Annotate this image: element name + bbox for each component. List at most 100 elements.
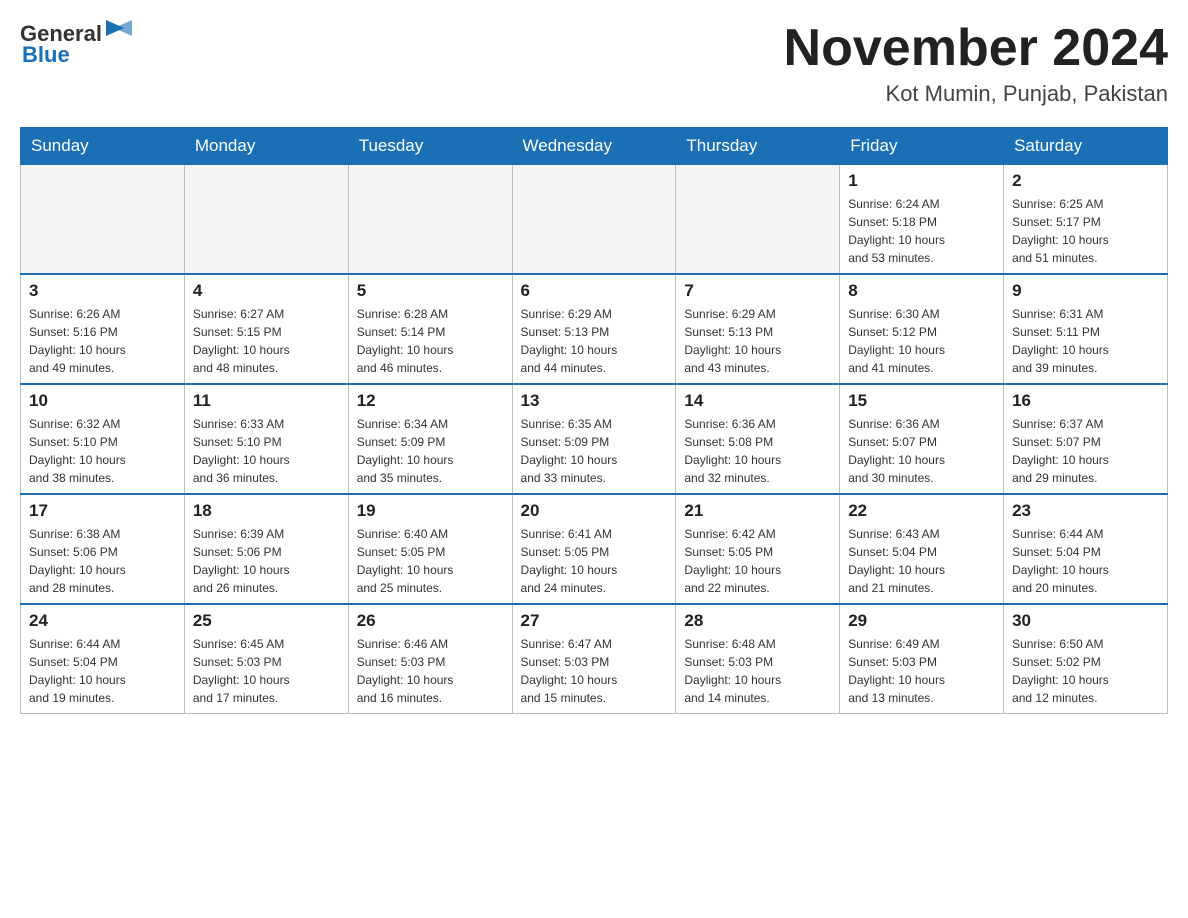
day-info: Sunrise: 6:33 AM Sunset: 5:10 PM Dayligh…: [193, 415, 340, 487]
calendar-title: November 2024: [784, 20, 1168, 77]
day-info: Sunrise: 6:36 AM Sunset: 5:07 PM Dayligh…: [848, 415, 995, 487]
calendar-cell: [676, 165, 840, 275]
day-number: 23: [1012, 501, 1159, 521]
calendar-cell: 22Sunrise: 6:43 AM Sunset: 5:04 PM Dayli…: [840, 494, 1004, 604]
day-info: Sunrise: 6:38 AM Sunset: 5:06 PM Dayligh…: [29, 525, 176, 597]
calendar-cell: 11 Sunrise: 6:33 AM Sunset: 5:10 PM Dayli…: [184, 384, 348, 494]
calendar-cell: 2 Sunrise: 6:25 AM Sunset: 5:17 PM Daylig…: [1004, 165, 1168, 275]
logo: General Blue: [20, 20, 132, 68]
calendar-cell: 14Sunrise: 6:36 AM Sunset: 5:08 PM Dayli…: [676, 384, 840, 494]
calendar-cell: [21, 165, 185, 275]
day-info: Sunrise: 6:44 AM Sunset: 5:04 PM Dayligh…: [1012, 525, 1159, 597]
calendar-cell: 18 Sunrise: 6:39 AM Sunset: 5:06 PM Dayli…: [184, 494, 348, 604]
weekday-header-saturday: Saturday: [1004, 128, 1168, 165]
day-number: 16: [1012, 391, 1159, 411]
day-number: 30: [1012, 611, 1159, 631]
calendar-cell: 7 Sunrise: 6:29 AM Sunset: 5:13 PM Daylig…: [676, 274, 840, 384]
day-info: Sunrise: 6:32 AM Sunset: 5:10 PM Dayligh…: [29, 415, 176, 487]
title-block: November 2024 Kot Mumin, Punjab, Pakista…: [784, 20, 1168, 107]
day-number: 7: [684, 281, 831, 301]
day-number: 6: [521, 281, 668, 301]
calendar-cell: 17 Sunrise: 6:38 AM Sunset: 5:06 PM Dayli…: [21, 494, 185, 604]
calendar-cell: 13 Sunrise: 6:35 AM Sunset: 5:09 PM Dayli…: [512, 384, 676, 494]
day-info: Sunrise: 6:37 AM Sunset: 5:07 PM Dayligh…: [1012, 415, 1159, 487]
weekday-header-sunday: Sunday: [21, 128, 185, 165]
day-number: 29: [848, 611, 995, 631]
calendar-cell: 30 Sunrise: 6:50 AM Sunset: 5:02 PM Dayli…: [1004, 604, 1168, 714]
day-info: Sunrise: 6:31 AM Sunset: 5:11 PM Dayligh…: [1012, 305, 1159, 377]
day-info: Sunrise: 6:48 AM Sunset: 5:03 PM Dayligh…: [684, 635, 831, 707]
day-number: 26: [357, 611, 504, 631]
day-number: 24: [29, 611, 176, 631]
calendar-cell: 25 Sunrise: 6:45 AM Sunset: 5:03 PM Dayli…: [184, 604, 348, 714]
day-number: 1: [848, 171, 995, 191]
calendar-week-4: 17 Sunrise: 6:38 AM Sunset: 5:06 PM Dayli…: [21, 494, 1168, 604]
calendar-cell: [512, 165, 676, 275]
calendar-cell: 23 Sunrise: 6:44 AM Sunset: 5:04 PM Dayli…: [1004, 494, 1168, 604]
day-info: Sunrise: 6:26 AM Sunset: 5:16 PM Dayligh…: [29, 305, 176, 377]
day-number: 10: [29, 391, 176, 411]
weekday-header-friday: Friday: [840, 128, 1004, 165]
calendar-cell: 20Sunrise: 6:41 AM Sunset: 5:05 PM Dayli…: [512, 494, 676, 604]
calendar-cell: 10 Sunrise: 6:32 AM Sunset: 5:10 PM Dayli…: [21, 384, 185, 494]
calendar-cell: 8 Sunrise: 6:30 AM Sunset: 5:12 PM Daylig…: [840, 274, 1004, 384]
calendar-cell: 5 Sunrise: 6:28 AM Sunset: 5:14 PM Daylig…: [348, 274, 512, 384]
day-number: 27: [521, 611, 668, 631]
calendar-cell: 3 Sunrise: 6:26 AM Sunset: 5:16 PM Daylig…: [21, 274, 185, 384]
day-info: Sunrise: 6:50 AM Sunset: 5:02 PM Dayligh…: [1012, 635, 1159, 707]
day-number: 15: [848, 391, 995, 411]
calendar-cell: 12Sunrise: 6:34 AM Sunset: 5:09 PM Dayli…: [348, 384, 512, 494]
calendar-cell: [348, 165, 512, 275]
day-number: 20: [521, 501, 668, 521]
weekday-header-thursday: Thursday: [676, 128, 840, 165]
calendar-cell: 19 Sunrise: 6:40 AM Sunset: 5:05 PM Dayli…: [348, 494, 512, 604]
calendar-cell: 21Sunrise: 6:42 AM Sunset: 5:05 PM Dayli…: [676, 494, 840, 604]
weekday-header-row: SundayMondayTuesdayWednesdayThursdayFrid…: [21, 128, 1168, 165]
day-number: 2: [1012, 171, 1159, 191]
day-number: 25: [193, 611, 340, 631]
calendar-cell: 15 Sunrise: 6:36 AM Sunset: 5:07 PM Dayli…: [840, 384, 1004, 494]
weekday-header-tuesday: Tuesday: [348, 128, 512, 165]
calendar-cell: 28 Sunrise: 6:48 AM Sunset: 5:03 PM Dayli…: [676, 604, 840, 714]
day-info: Sunrise: 6:39 AM Sunset: 5:06 PM Dayligh…: [193, 525, 340, 597]
day-info: Sunrise: 6:42 AM Sunset: 5:05 PM Dayligh…: [684, 525, 831, 597]
calendar-week-5: 24Sunrise: 6:44 AM Sunset: 5:04 PM Dayli…: [21, 604, 1168, 714]
calendar-cell: 1Sunrise: 6:24 AM Sunset: 5:18 PM Daylig…: [840, 165, 1004, 275]
day-info: Sunrise: 6:36 AM Sunset: 5:08 PM Dayligh…: [684, 415, 831, 487]
calendar-cell: 27 Sunrise: 6:47 AM Sunset: 5:03 PM Dayli…: [512, 604, 676, 714]
day-info: Sunrise: 6:29 AM Sunset: 5:13 PM Dayligh…: [684, 305, 831, 377]
calendar-subtitle: Kot Mumin, Punjab, Pakistan: [784, 81, 1168, 107]
page-header: General Blue November 2024 Kot Mumin, Pu…: [20, 20, 1168, 107]
day-number: 13: [521, 391, 668, 411]
calendar-week-2: 3 Sunrise: 6:26 AM Sunset: 5:16 PM Daylig…: [21, 274, 1168, 384]
day-info: Sunrise: 6:47 AM Sunset: 5:03 PM Dayligh…: [521, 635, 668, 707]
day-number: 18: [193, 501, 340, 521]
weekday-header-wednesday: Wednesday: [512, 128, 676, 165]
calendar-cell: 6 Sunrise: 6:29 AM Sunset: 5:13 PM Daylig…: [512, 274, 676, 384]
day-info: Sunrise: 6:28 AM Sunset: 5:14 PM Dayligh…: [357, 305, 504, 377]
day-number: 17: [29, 501, 176, 521]
calendar-week-3: 10 Sunrise: 6:32 AM Sunset: 5:10 PM Dayli…: [21, 384, 1168, 494]
day-number: 9: [1012, 281, 1159, 301]
calendar-cell: 16 Sunrise: 6:37 AM Sunset: 5:07 PM Dayli…: [1004, 384, 1168, 494]
calendar-cell: 24Sunrise: 6:44 AM Sunset: 5:04 PM Dayli…: [21, 604, 185, 714]
day-number: 5: [357, 281, 504, 301]
day-number: 8: [848, 281, 995, 301]
day-number: 19: [357, 501, 504, 521]
day-number: 11: [193, 391, 340, 411]
day-info: Sunrise: 6:45 AM Sunset: 5:03 PM Dayligh…: [193, 635, 340, 707]
day-info: Sunrise: 6:35 AM Sunset: 5:09 PM Dayligh…: [521, 415, 668, 487]
day-number: 22: [848, 501, 995, 521]
day-number: 12: [357, 391, 504, 411]
day-number: 3: [29, 281, 176, 301]
day-info: Sunrise: 6:40 AM Sunset: 5:05 PM Dayligh…: [357, 525, 504, 597]
day-info: Sunrise: 6:49 AM Sunset: 5:03 PM Dayligh…: [848, 635, 995, 707]
logo-flag-icon: [106, 20, 132, 48]
calendar-cell: 29 Sunrise: 6:49 AM Sunset: 5:03 PM Dayli…: [840, 604, 1004, 714]
calendar-table: SundayMondayTuesdayWednesdayThursdayFrid…: [20, 127, 1168, 714]
day-info: Sunrise: 6:25 AM Sunset: 5:17 PM Dayligh…: [1012, 195, 1159, 267]
day-info: Sunrise: 6:29 AM Sunset: 5:13 PM Dayligh…: [521, 305, 668, 377]
day-info: Sunrise: 6:30 AM Sunset: 5:12 PM Dayligh…: [848, 305, 995, 377]
calendar-week-1: 1Sunrise: 6:24 AM Sunset: 5:18 PM Daylig…: [21, 165, 1168, 275]
day-number: 28: [684, 611, 831, 631]
